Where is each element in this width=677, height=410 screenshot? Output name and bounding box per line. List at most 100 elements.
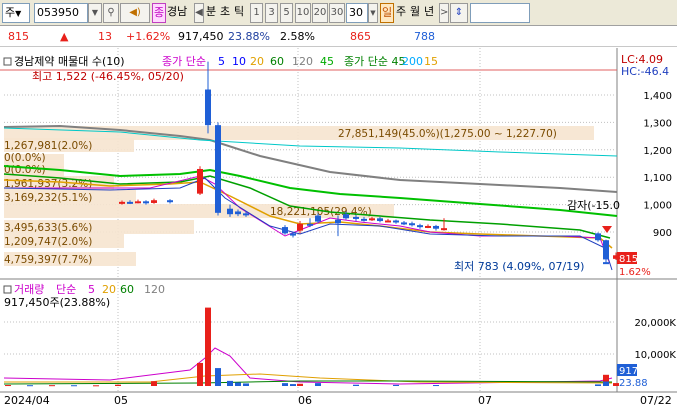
candle-body — [417, 225, 423, 228]
period-select[interactable]: 30 — [346, 3, 368, 23]
market-select[interactable]: 주▼ — [2, 3, 30, 23]
stock-name-label: 경남 — [167, 5, 188, 18]
secondary-pct: 2.58% — [280, 30, 315, 43]
chevron-down-icon: ▼ — [15, 9, 22, 18]
period-5-button[interactable]: 5 — [280, 3, 293, 23]
extra-input[interactable] — [470, 3, 530, 23]
price-chart-title: 경남제약 매물대 수(10) — [14, 54, 125, 68]
volume-value: 917,450 — [178, 30, 224, 43]
chevron-down-icon: ▼ — [370, 9, 376, 17]
volume-legend-item: 단순 — [56, 283, 76, 296]
turnover-tag: 23.88 — [619, 378, 648, 389]
candle-body — [603, 240, 609, 260]
candle-body — [197, 168, 203, 194]
stock-code-input[interactable]: 053950 — [34, 3, 88, 23]
volume-legend-item: 5 — [88, 283, 95, 296]
volume-profile-label: 27,851,149(45.0%)(1,275.00 ~ 1,227.70) — [338, 128, 557, 140]
hc-label: HC:-46.4 — [621, 65, 669, 78]
volume-profile-label: 3,169,232(5.1%) — [4, 192, 92, 204]
volume-bar — [433, 385, 439, 387]
volume-bar — [215, 368, 221, 386]
tab-minute[interactable]: 분 — [206, 3, 220, 23]
tab-jongga[interactable]: 종 — [152, 3, 166, 23]
candle-body — [353, 216, 359, 219]
date-tick-label: 06 — [298, 394, 312, 407]
volume-bar — [603, 381, 609, 386]
volume-tick-label: 10,000K — [634, 350, 676, 361]
search-button[interactable]: ⚲ — [103, 3, 119, 23]
volume-current-tag-label: 917,45 — [619, 366, 654, 377]
speaker-button[interactable]: ◀) — [120, 3, 150, 23]
stock-chart[interactable]: 1,400 1,300 1,200 1,100 1,000 900 27,851,149(4… — [0, 48, 677, 410]
prev-value: 865 — [350, 30, 371, 43]
prev-arrow-button[interactable]: ◀ — [194, 3, 204, 23]
tab-day[interactable]: 일 — [380, 3, 394, 23]
candle-body — [369, 218, 375, 221]
candle-body — [227, 208, 233, 215]
current-price-tag-label: 815 — [619, 254, 638, 265]
volume-bar — [197, 362, 203, 386]
tab-year[interactable]: 년 — [424, 3, 438, 23]
volume-bar — [205, 307, 211, 386]
scroll-button[interactable]: ⇕ — [450, 3, 468, 23]
volume-bar — [49, 385, 55, 387]
candle-body — [167, 200, 173, 203]
candle-body — [425, 225, 431, 228]
date-tick-label: 07/22 — [640, 394, 672, 407]
volume-bar — [315, 383, 321, 386]
toolbar: 주▼ 053950 ▼ ⚲ ◀) 종 경남 ◀ 분 초 틱 1 3 5 10 2… — [0, 0, 677, 26]
volume-profile-label: 3,495,633(5.6%) — [4, 222, 92, 234]
date-tick-label: 07 — [478, 394, 492, 407]
candle-body — [393, 220, 399, 223]
candle-body — [127, 201, 133, 204]
candle-body — [143, 201, 149, 204]
price-tick-label: 900 — [653, 228, 672, 239]
candle-body — [307, 223, 313, 226]
price-legend-item: 종가 단순 — [162, 55, 206, 68]
tab-week[interactable]: 주 — [396, 3, 410, 23]
volume-bar — [243, 383, 249, 386]
price-legend-item: 15 — [424, 55, 438, 68]
candle-body — [243, 213, 249, 216]
period-1-button[interactable]: 1 — [250, 3, 263, 23]
period-3-button[interactable]: 3 — [265, 3, 278, 23]
candle-body — [343, 214, 349, 219]
tab-second[interactable]: 초 — [220, 3, 234, 23]
date-tick-label: 2024/04 — [4, 394, 50, 407]
period-dropdown-button[interactable]: ▼ — [368, 3, 378, 23]
candle-body — [433, 225, 439, 229]
market-label: 주 — [5, 6, 16, 19]
candle-body — [205, 89, 211, 126]
tab-tick[interactable]: 틱 — [234, 3, 248, 23]
code-dropdown-button[interactable]: ▼ — [88, 3, 102, 23]
volume-profile-label: 1,267,981(2.0%) — [4, 140, 92, 152]
volume-legend-item: 20 — [102, 283, 116, 296]
volume-tick-label: 20,000K — [634, 318, 676, 329]
candle-body — [235, 211, 241, 215]
signal-annotation: 감자(-15.0 — [567, 199, 620, 212]
period-30-button[interactable]: 30 — [329, 3, 345, 23]
volume-legend-item: 60 — [120, 283, 134, 296]
search-icon: ⚲ — [107, 7, 115, 18]
candle-body — [315, 215, 321, 222]
candle-body — [297, 223, 303, 231]
price-legend-item: 45 — [320, 55, 334, 68]
current-price: 815 — [8, 30, 29, 43]
period-20-button[interactable]: 20 — [312, 3, 328, 23]
tab-month[interactable]: 월 — [410, 3, 424, 23]
volume-bar — [115, 384, 121, 386]
period-10-button[interactable]: 10 — [295, 3, 311, 23]
price-legend-item: 60 — [270, 55, 284, 68]
price-change: 13 — [98, 30, 112, 43]
legend-box-icon — [3, 285, 12, 294]
volume-legend-item: 거래량 — [14, 283, 44, 296]
volume-profile-label: 4,759,397(7.7%) — [4, 254, 92, 266]
arrow-left-icon: ◀ — [195, 7, 203, 18]
secondary-value: 788 — [414, 30, 435, 43]
candle-body — [377, 218, 383, 222]
price-legend-item: 10 — [232, 55, 246, 68]
candle-body — [335, 219, 341, 224]
next-arrow-button[interactable]: > — [439, 3, 449, 23]
volume-profile-label: 0(0.0%) — [4, 152, 46, 164]
price-tick-label: 1,200 — [643, 146, 672, 157]
